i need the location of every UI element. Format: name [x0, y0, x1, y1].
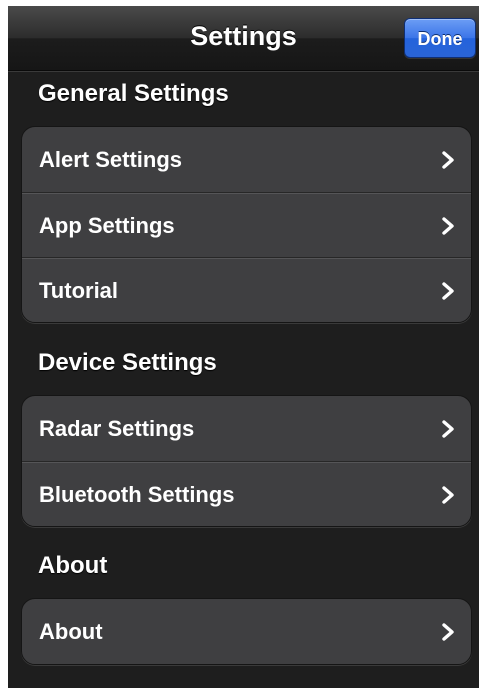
device-settings-group: Radar Settings Bluetooth Settings [21, 395, 472, 527]
list-item-label: Tutorial [39, 278, 119, 303]
general-settings-group: Alert Settings App Settings Tutorial [21, 126, 472, 323]
list-item-label: About [39, 619, 103, 644]
about-group: About [21, 598, 472, 665]
list-item-tutorial[interactable]: Tutorial [22, 257, 471, 322]
list-item-bluetooth-settings[interactable]: Bluetooth Settings [22, 461, 471, 526]
list-item-label: Radar Settings [39, 416, 195, 441]
chevron-right-icon [442, 420, 454, 438]
list-item-about[interactable]: About [22, 599, 471, 664]
chevron-right-icon [442, 282, 454, 300]
section-header-device: Device Settings [38, 349, 217, 376]
chevron-right-icon [442, 151, 454, 169]
chevron-right-icon [442, 623, 454, 641]
list-item-label: Alert Settings [39, 147, 183, 172]
list-item-label: Bluetooth Settings [39, 482, 235, 507]
chevron-right-icon [442, 486, 454, 504]
chevron-right-icon [442, 217, 454, 235]
done-button[interactable]: Done [404, 18, 476, 58]
list-item-radar-settings[interactable]: Radar Settings [22, 396, 471, 461]
navigation-bar: Settings Done [8, 6, 479, 71]
list-item-alert-settings[interactable]: Alert Settings [22, 127, 471, 192]
list-item-label: App Settings [39, 213, 175, 238]
list-item-app-settings[interactable]: App Settings [22, 192, 471, 257]
settings-screen: Settings Done General Settings Alert Set… [8, 6, 479, 688]
section-header-general: General Settings [38, 80, 229, 107]
section-header-about: About [38, 552, 108, 579]
